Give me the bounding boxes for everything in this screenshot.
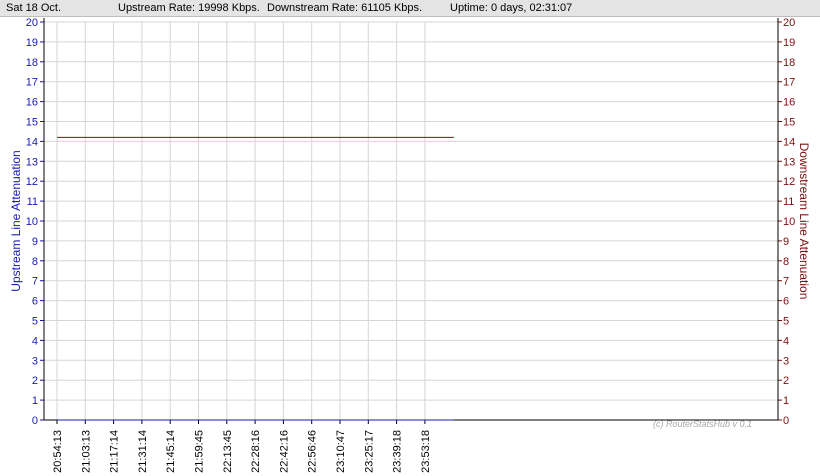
x-tick-label: 23:10:47 bbox=[335, 430, 347, 473]
y-tick-label-left: 15 bbox=[26, 117, 38, 129]
y-tick-label-left: 18 bbox=[26, 57, 38, 69]
y-tick-label-right: 10 bbox=[783, 216, 795, 228]
y-tick-label-right: 3 bbox=[783, 355, 789, 367]
x-tick-label: 21:59:45 bbox=[194, 430, 206, 473]
y-tick-label-right: 8 bbox=[783, 256, 789, 268]
y-axis-label-right: Downstream Line Attenuation bbox=[797, 143, 811, 300]
y-tick-label-left: 19 bbox=[26, 37, 38, 49]
x-tick-label: 23:25:17 bbox=[363, 430, 375, 473]
y-tick-label-left: 13 bbox=[26, 156, 38, 168]
y-tick-label-right: 11 bbox=[783, 196, 794, 208]
y-tick-label-right: 16 bbox=[783, 97, 795, 109]
y-tick-label-right: 6 bbox=[783, 296, 789, 308]
y-tick-label-right: 15 bbox=[783, 117, 795, 129]
y-tick-label-left: 20 bbox=[26, 17, 38, 29]
y-tick-label-right: 4 bbox=[783, 335, 789, 347]
x-tick-label: 23:39:18 bbox=[392, 430, 404, 473]
y-axis-label-left: Upstream Line Attenuation bbox=[9, 150, 23, 291]
y-tick-label-left: 8 bbox=[32, 256, 38, 268]
y-tick-label-right: 1 bbox=[783, 395, 789, 407]
y-tick-label-left: 2 bbox=[32, 375, 38, 387]
y-tick-label-left: 17 bbox=[26, 77, 38, 89]
y-tick-label-left: 10 bbox=[26, 216, 38, 228]
x-tick-label: 22:28:16 bbox=[250, 430, 262, 473]
y-tick-label-right: 2 bbox=[783, 375, 789, 387]
y-tick-label-right: 0 bbox=[783, 415, 789, 427]
y-tick-label-right: 20 bbox=[783, 17, 795, 29]
y-tick-label-right: 9 bbox=[783, 236, 789, 248]
y-tick-label-left: 6 bbox=[32, 296, 38, 308]
y-tick-label-right: 5 bbox=[783, 316, 789, 328]
y-tick-label-left: 5 bbox=[32, 316, 38, 328]
x-tick-label: 21:03:13 bbox=[80, 430, 92, 473]
x-tick-label: 23:53:18 bbox=[420, 430, 432, 473]
grid bbox=[44, 21, 778, 421]
y-tick-label-right: 14 bbox=[783, 136, 795, 148]
y-tick-label-left: 14 bbox=[26, 136, 38, 148]
y-tick-label-right: 13 bbox=[783, 156, 795, 168]
watermark: (c) RouterStatsHub v 0.1 bbox=[653, 419, 752, 429]
y-tick-label-left: 4 bbox=[32, 335, 38, 347]
y-tick-label-left: 11 bbox=[27, 196, 38, 208]
x-tick-label: 22:56:46 bbox=[307, 430, 319, 473]
y-tick-label-left: 9 bbox=[32, 236, 38, 248]
attenuation-chart: 0 01 12 23 34 45 56 67 78 89 910 1011 1112 1213 1314 14… bbox=[9, 17, 811, 473]
y-tick-label-right: 18 bbox=[783, 57, 795, 69]
y-tick-label-left: 3 bbox=[32, 355, 38, 367]
y-tick-label-right: 19 bbox=[783, 37, 795, 49]
x-tick-label: 21:45:14 bbox=[165, 430, 177, 473]
x-tick-label: 21:31:14 bbox=[137, 430, 149, 473]
y-tick-label-right: 12 bbox=[783, 176, 795, 188]
y-tick-label-right: 7 bbox=[783, 276, 789, 288]
y-tick-label-left: 7 bbox=[32, 276, 38, 288]
x-tick-label: 22:13:45 bbox=[222, 430, 234, 473]
y-tick-label-left: 16 bbox=[26, 97, 38, 109]
y-tick-label-left: 12 bbox=[26, 176, 38, 188]
x-tick-label: 21:17:14 bbox=[109, 430, 121, 473]
y-tick-label-right: 17 bbox=[783, 77, 795, 89]
x-tick-label: 20:54:13 bbox=[52, 430, 64, 473]
y-tick-label-left: 1 bbox=[32, 395, 38, 407]
y-tick-label-left: 0 bbox=[32, 415, 38, 427]
x-tick-label: 22:42:16 bbox=[278, 430, 290, 473]
